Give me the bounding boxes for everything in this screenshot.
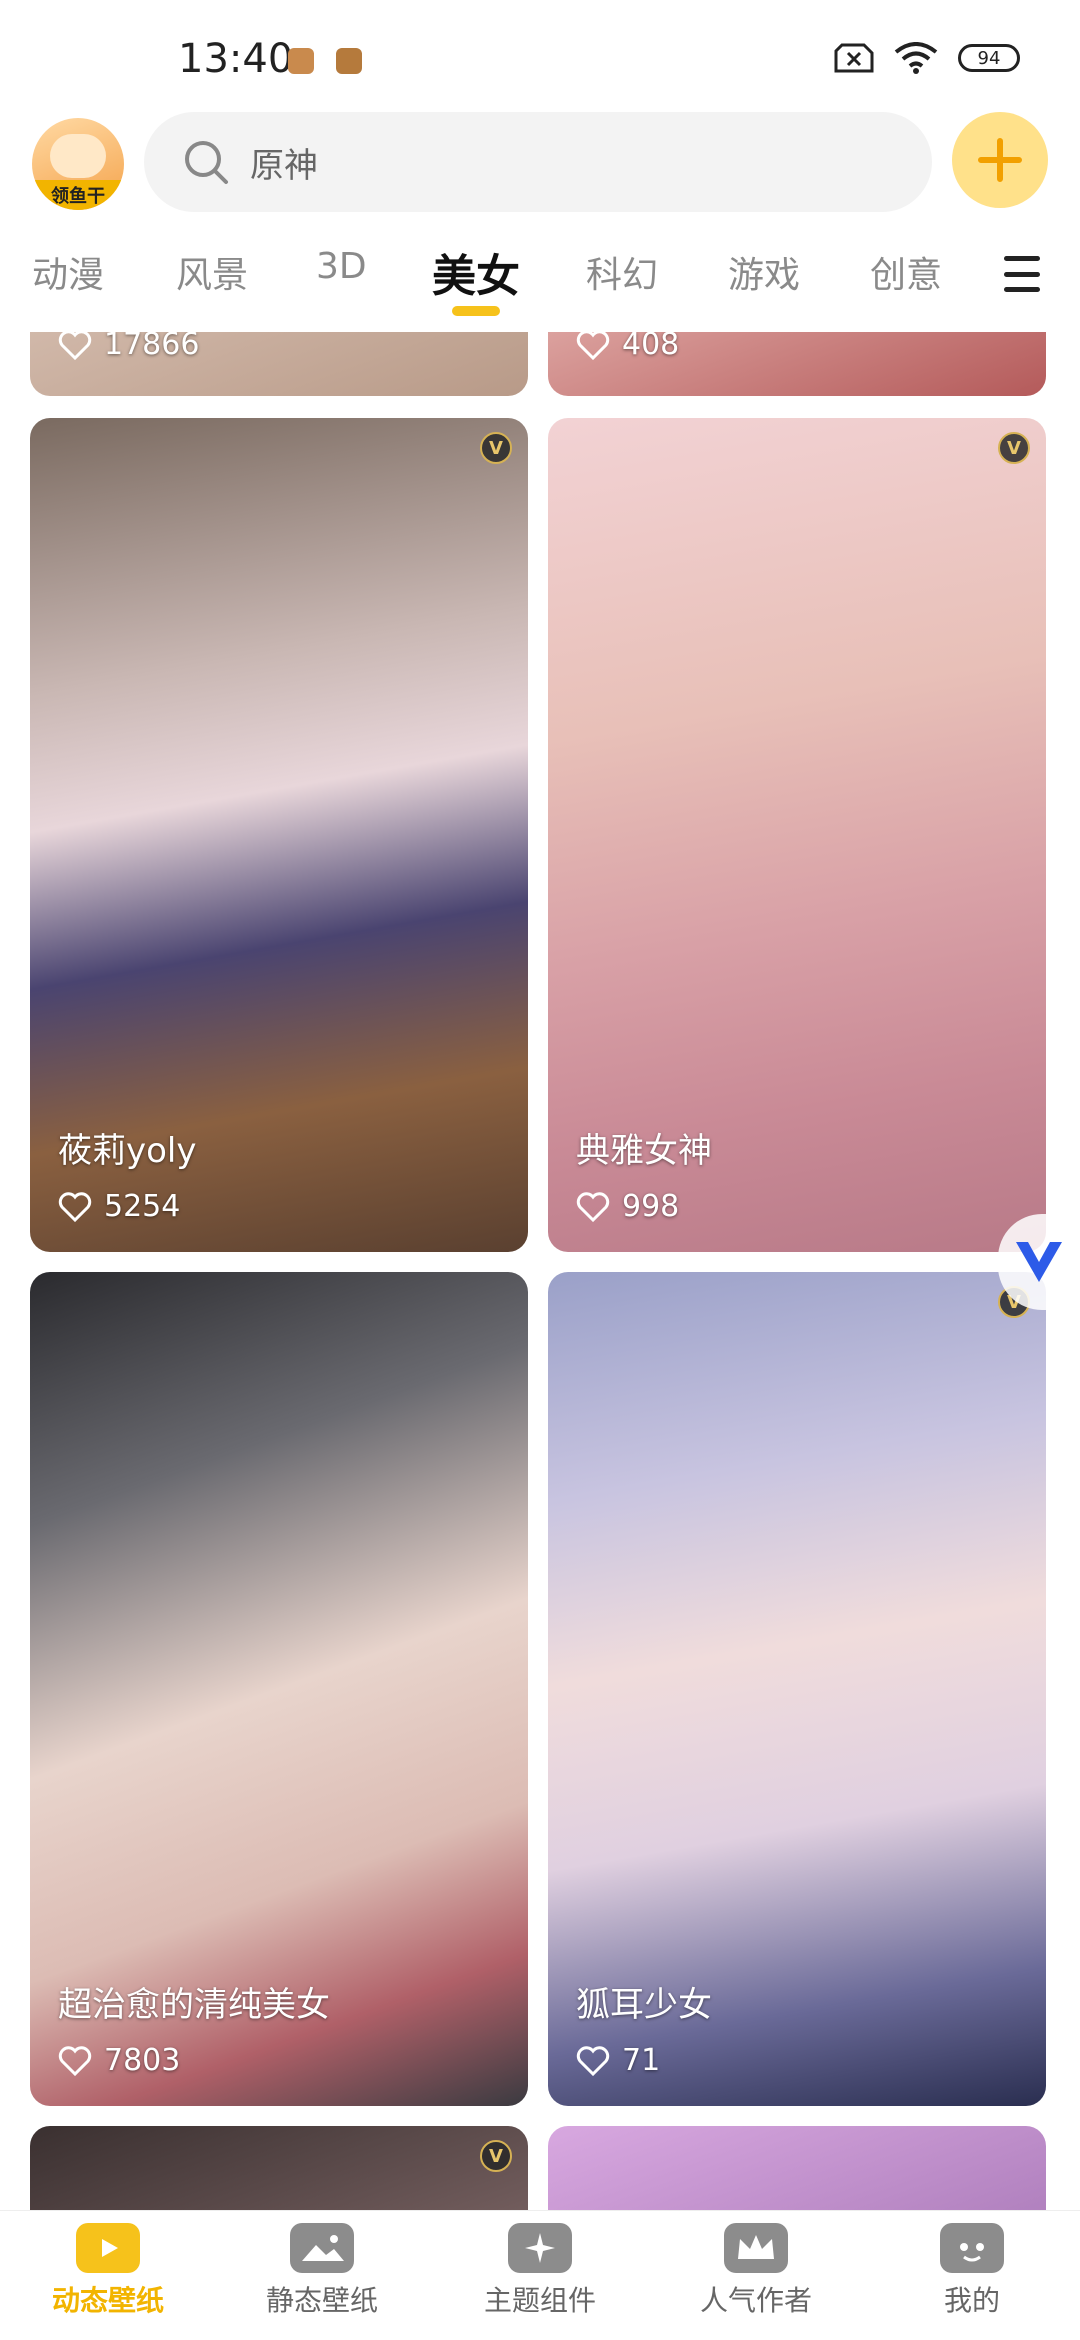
like-count-value: 7803	[104, 2043, 181, 2078]
wallpaper-card[interactable]: V 狐耳少女 71	[548, 1272, 1046, 2106]
wallpaper-card[interactable]: 超治愈的清纯美女 7803	[30, 1272, 528, 2106]
like-count-value: 998	[622, 1189, 680, 1224]
nav-mine[interactable]: 我的	[882, 2223, 1062, 2319]
wallpaper-title: 狐耳少女	[576, 1985, 712, 2025]
like-count: 408	[576, 332, 679, 362]
vip-badge-icon: V	[480, 2140, 512, 2172]
category-tabs: 动漫 风景 3D 美女 科幻 游戏 创意	[0, 236, 1080, 332]
avatar[interactable]: 领鱼干	[32, 118, 124, 210]
wallpaper-card[interactable]: 408	[548, 332, 1046, 396]
nav-label: 人气作者	[699, 2284, 812, 2317]
wallpaper-title: 莜莉yoly	[58, 1131, 197, 1171]
plus-icon	[978, 138, 1022, 182]
like-count-value: 17866	[104, 332, 200, 362]
profile-icon	[940, 2223, 1004, 2273]
nav-theme-widget[interactable]: 主题组件	[450, 2223, 630, 2319]
v-logo-icon	[1016, 1242, 1062, 1282]
tab-beauty[interactable]: 美女	[432, 240, 520, 304]
wallpaper-card[interactable]: V	[30, 2126, 528, 2210]
wallpaper-grid: 17866 408 V 莜莉yoly 5254 V 典雅女神 998 超治愈的清…	[0, 332, 1080, 2210]
nav-label: 动态壁纸	[51, 2284, 164, 2317]
nav-label: 主题组件	[483, 2284, 596, 2317]
like-count-value: 71	[622, 2043, 661, 2078]
nav-popular-authors[interactable]: 人气作者	[666, 2223, 846, 2319]
sim-off-icon	[834, 43, 874, 73]
avatar-label: 领鱼干	[32, 180, 124, 210]
vip-badge-icon: V	[480, 432, 512, 464]
tab-3d[interactable]: 3D	[316, 246, 367, 287]
like-count: 71	[576, 2043, 660, 2078]
tab-creative[interactable]: 创意	[870, 246, 942, 298]
wallpaper-card[interactable]: V 莜莉yoly 5254	[30, 418, 528, 1252]
tab-anime[interactable]: 动漫	[32, 246, 104, 298]
heart-icon	[576, 2045, 610, 2076]
heart-icon	[58, 332, 92, 360]
wallpaper-title: 超治愈的清纯美女	[58, 1985, 330, 2025]
heart-icon	[58, 2045, 92, 2076]
tab-game[interactable]: 游戏	[728, 246, 800, 298]
nav-label: 静态壁纸	[265, 2284, 378, 2317]
like-count-value: 5254	[104, 1189, 181, 1224]
status-time: 13:40	[178, 36, 294, 82]
floating-logo-button[interactable]	[998, 1214, 1080, 1310]
like-count-value: 408	[622, 332, 680, 362]
heart-icon	[576, 332, 610, 360]
tab-scenery[interactable]: 风景	[176, 246, 248, 298]
notification-icon	[336, 48, 362, 74]
wallpaper-title: 典雅女神	[576, 1131, 712, 1171]
vip-badge-icon: V	[998, 432, 1030, 464]
like-count: 7803	[58, 2043, 180, 2078]
add-button[interactable]	[952, 112, 1048, 208]
avatar-face	[50, 134, 106, 178]
nav-label: 我的	[943, 2284, 1000, 2317]
bottom-nav: 动态壁纸 静态壁纸 主题组件 人气作者 我的	[0, 2210, 1080, 2340]
battery-icon: 94	[958, 44, 1020, 72]
menu-icon[interactable]	[1004, 256, 1040, 292]
search-input[interactable]: 原神	[144, 112, 932, 212]
play-icon	[76, 2223, 140, 2273]
wallpaper-card[interactable]: V 典雅女神 998	[548, 418, 1046, 1252]
like-count: 17866	[58, 332, 199, 362]
nav-live-wallpaper[interactable]: 动态壁纸	[18, 2223, 198, 2319]
like-count: 5254	[58, 1189, 180, 1224]
heart-icon	[58, 1191, 92, 1222]
image-icon	[290, 2223, 354, 2273]
battery-level: 94	[977, 47, 1001, 69]
status-icons: 94	[834, 42, 1020, 74]
search-icon	[185, 141, 228, 184]
wallpaper-card[interactable]	[548, 2126, 1046, 2210]
header: 领鱼干 原神	[0, 108, 1080, 218]
search-placeholder: 原神	[250, 145, 318, 186]
sparkle-icon	[508, 2223, 572, 2273]
active-tab-indicator	[452, 306, 500, 316]
status-bar: 13:40 94	[0, 0, 1080, 110]
notification-icon	[288, 48, 314, 74]
like-count: 998	[576, 1189, 679, 1224]
nav-static-wallpaper[interactable]: 静态壁纸	[232, 2223, 412, 2319]
heart-icon	[576, 1191, 610, 1222]
wifi-icon	[894, 42, 938, 74]
crown-icon	[724, 2223, 788, 2273]
wallpaper-card[interactable]: 17866	[30, 332, 528, 396]
tab-scifi[interactable]: 科幻	[586, 246, 658, 298]
